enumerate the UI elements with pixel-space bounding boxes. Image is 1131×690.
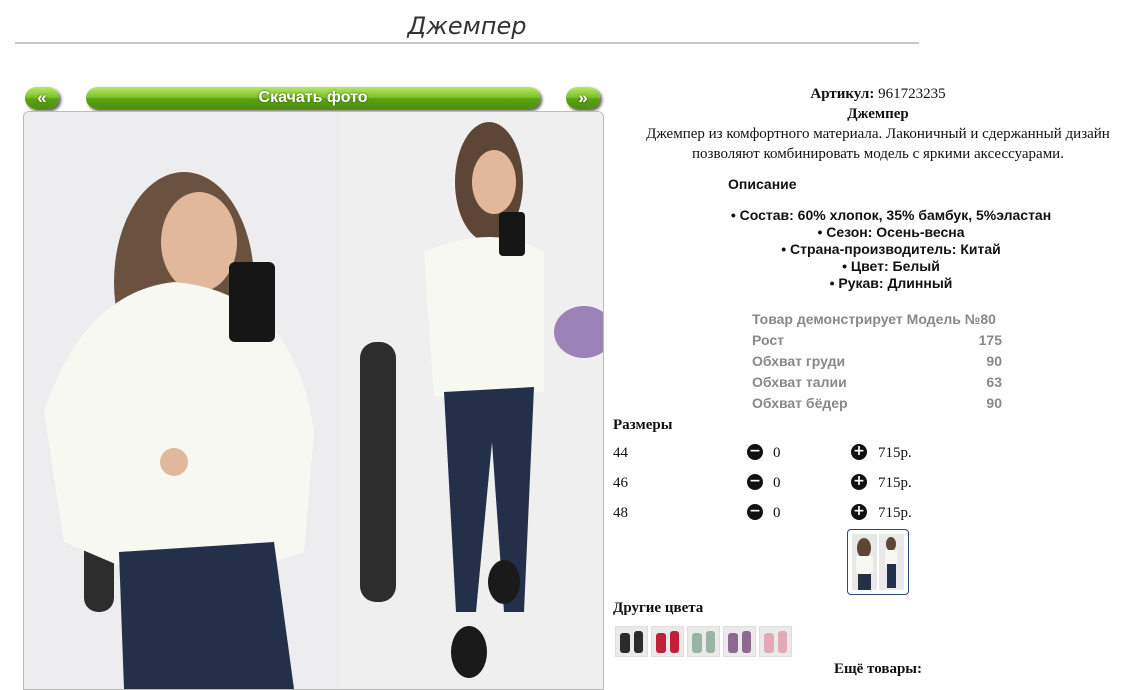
feature-item: • Сезон: Осень-весна <box>817 224 965 240</box>
param-label: Товар демонстрирует Модель №80 <box>752 311 996 327</box>
product-description-line1: Джемпер из комфортного материала. Лакони… <box>646 126 1110 142</box>
param-row: Обхват груди 90 <box>752 351 1002 372</box>
size-value: 44 <box>613 445 628 461</box>
description-heading: Описание <box>728 176 797 192</box>
page-title-bar: Джемпер <box>15 8 919 44</box>
article-line: Артикул: 961723235 <box>605 84 1131 104</box>
product-photo-gallery[interactable] <box>23 111 604 690</box>
current-color-thumbnail[interactable] <box>847 529 909 595</box>
article-value: 961723235 <box>878 86 946 102</box>
size-value: 46 <box>613 475 628 491</box>
plus-circle-icon[interactable]: + <box>851 474 867 490</box>
size-price: 715р. <box>878 505 912 521</box>
feature-item: • Страна-производитель: Китай <box>781 241 1001 257</box>
param-label: Рост <box>752 332 784 348</box>
minus-circle-icon[interactable]: − <box>747 504 763 520</box>
next-photo-button[interactable]: » <box>566 87 600 109</box>
sizes-heading: Размеры <box>613 417 673 433</box>
param-row: Товар демонстрирует Модель №80 <box>752 309 1002 330</box>
feature-item: • Цвет: Белый <box>842 258 940 274</box>
feature-item: • Рукав: Длинный <box>829 275 953 291</box>
param-label: Обхват талии <box>752 374 847 390</box>
param-value: 90 <box>986 353 1002 369</box>
color-swatch[interactable] <box>615 626 648 657</box>
color-swatch[interactable] <box>723 626 756 657</box>
download-photo-button[interactable]: Скачать фото <box>86 87 540 109</box>
minus-circle-icon[interactable]: − <box>747 444 763 460</box>
param-value: 63 <box>986 374 1002 390</box>
size-qty: 0 <box>773 475 781 491</box>
product-description-line2: позволяют комбинировать модель с яркими … <box>692 146 1064 162</box>
param-row: Обхват бёдер 90 <box>752 393 1002 414</box>
param-row: Обхват талии 63 <box>752 372 1002 393</box>
param-label: Обхват груди <box>752 353 846 369</box>
param-value: 175 <box>978 332 1002 348</box>
plus-circle-icon[interactable]: + <box>851 444 867 460</box>
model-params-table: Товар демонстрирует Модель №80 Рост 175 … <box>752 309 1002 414</box>
color-swatch[interactable] <box>687 626 720 657</box>
minus-circle-icon[interactable]: − <box>747 474 763 490</box>
size-price: 715р. <box>878 475 912 491</box>
product-photo-full <box>344 112 603 689</box>
plus-circle-icon[interactable]: + <box>851 504 867 520</box>
param-value: 90 <box>986 395 1002 411</box>
page-title: Джемпер <box>407 12 527 40</box>
param-label: Обхват бёдер <box>752 395 848 411</box>
more-products-heading: Ещё товары: <box>833 661 923 677</box>
other-colors-heading: Другие цвета <box>613 600 704 616</box>
size-price: 715р. <box>878 445 912 461</box>
size-qty: 0 <box>773 445 781 461</box>
feature-item: • Состав: 60% хлопок, 35% бамбук, 5%элас… <box>730 207 1052 223</box>
color-swatch[interactable] <box>651 626 684 657</box>
color-swatch[interactable] <box>759 626 792 657</box>
param-row: Рост 175 <box>752 330 1002 351</box>
size-value: 48 <box>613 505 628 521</box>
product-name: Джемпер <box>847 106 909 122</box>
article-label: Артикул: <box>810 86 875 102</box>
size-qty: 0 <box>773 505 781 521</box>
feature-list: • Состав: 60% хлопок, 35% бамбук, 5%элас… <box>620 207 1131 292</box>
product-photo-front <box>24 112 341 689</box>
prev-photo-button[interactable]: « <box>25 87 59 109</box>
